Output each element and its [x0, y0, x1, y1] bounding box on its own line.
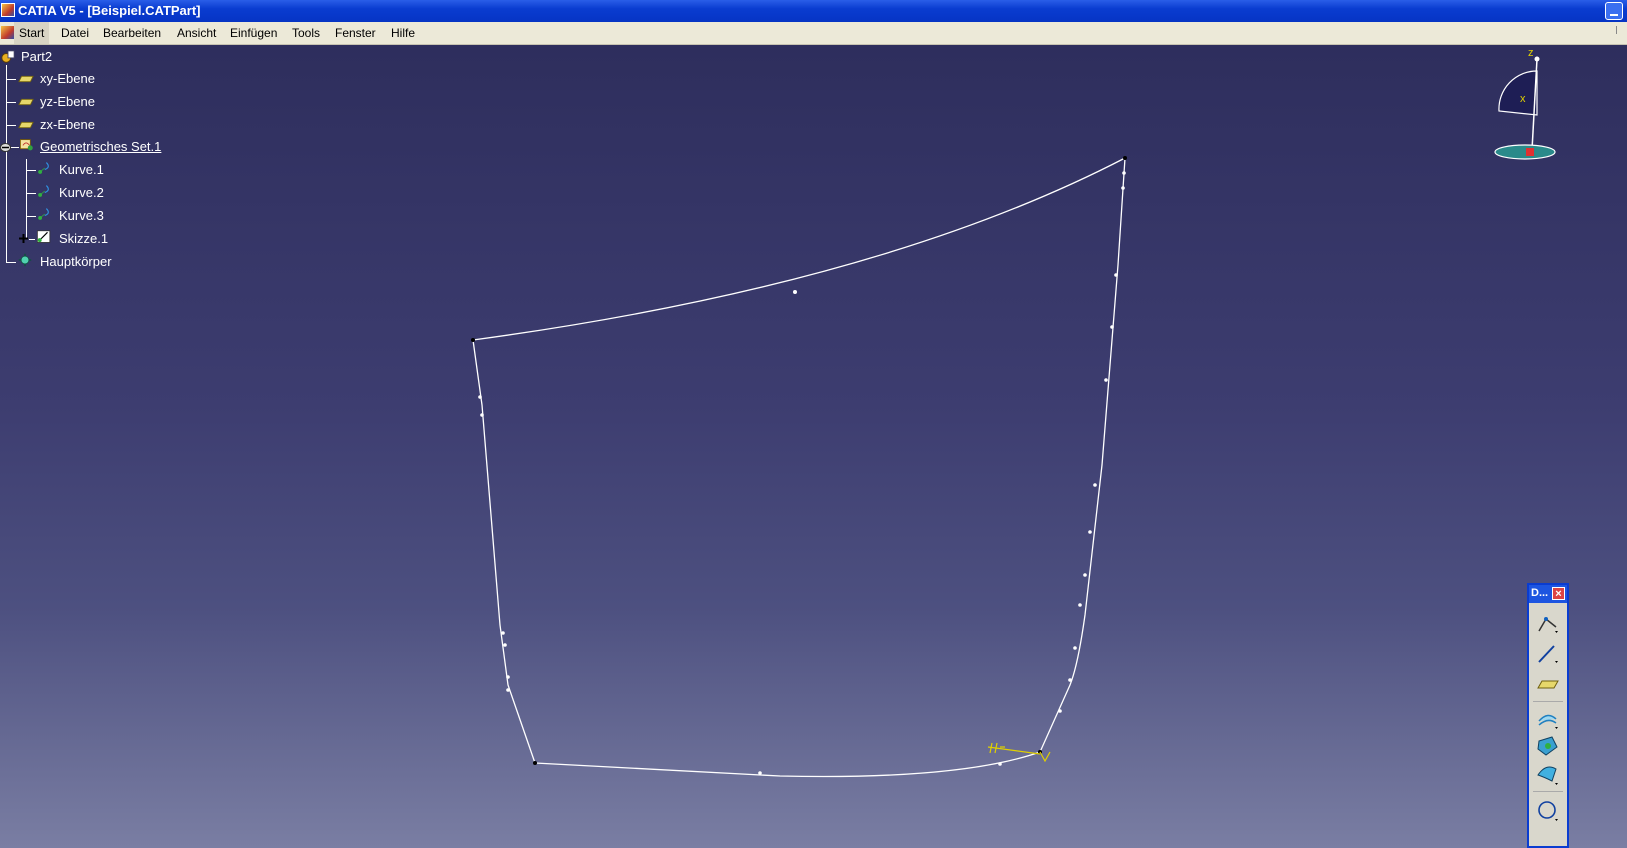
menu-datei[interactable]: Datei — [56, 22, 94, 44]
curve-icon — [38, 162, 49, 174]
plane-icon[interactable] — [1534, 671, 1562, 697]
tree-connector — [6, 262, 16, 263]
tree-connector — [6, 79, 16, 80]
extrude-surface-icon[interactable] — [1534, 705, 1562, 731]
circle-icon[interactable] — [1534, 797, 1562, 823]
curve-right — [1039, 157, 1126, 753]
tree-label-main-body: Hauptkörper — [40, 254, 112, 269]
toolbar-title: D... — [1531, 587, 1549, 599]
tree-connector — [29, 239, 35, 240]
tree-connector — [26, 170, 36, 171]
line-icon[interactable] — [1534, 641, 1562, 667]
menu-fenster[interactable]: Fenster — [330, 22, 381, 44]
menu-bearbeiten[interactable]: Bearbeiten — [98, 22, 166, 44]
tree-node-root[interactable]: Part2 — [0, 47, 80, 67]
menu-bar: Start Datei Bearbeiten Ansicht Einfügen … — [0, 22, 1627, 45]
curve-icon — [38, 185, 49, 197]
curve-left — [472, 339, 536, 764]
plane-icon — [18, 75, 34, 83]
fill-surface-icon[interactable] — [1534, 733, 1562, 759]
menu-tools[interactable]: Tools — [287, 22, 325, 44]
toolbar-separator — [1533, 791, 1563, 792]
point-icon[interactable] — [1534, 611, 1562, 637]
tree-label-curve-2: Kurve.2 — [59, 185, 104, 200]
menu-corner-handle — [1616, 26, 1625, 34]
specification-tree: Part2 xy-Ebene yz-Ebene zx-Ebene Geometr… — [0, 45, 300, 285]
window-title: CATIA V5 - [Beispiel.CATPart] — [18, 3, 201, 18]
title-bar: CATIA V5 - [Beispiel.CATPart] — [0, 0, 1627, 22]
document-menu-icon[interactable] — [1, 26, 14, 39]
tree-label-xy-plane: xy-Ebene — [40, 71, 95, 86]
tree-label-zx-plane: zx-Ebene — [40, 117, 95, 132]
floating-toolbar[interactable]: D... × — [1527, 583, 1569, 848]
catia-app-icon[interactable] — [1, 3, 15, 17]
menu-einfuegen[interactable]: Einfügen — [225, 22, 282, 44]
tree-label-part: Part2 — [21, 49, 53, 64]
expand-plus-icon[interactable] — [18, 233, 29, 244]
corner-vertices — [471, 156, 1127, 765]
tree-node-xy-plane[interactable]: xy-Ebene — [6, 69, 116, 89]
tree-node-main-body[interactable]: Hauptkörper — [6, 252, 136, 272]
tree-connector — [6, 102, 16, 103]
minimize-button[interactable] — [1605, 2, 1623, 20]
menu-hilfe[interactable]: Hilfe — [386, 22, 420, 44]
menu-ansicht[interactable]: Ansicht — [172, 22, 221, 44]
compass-x-label: x — [1520, 93, 1526, 105]
tree-node-curve-1[interactable]: Kurve.1 — [26, 160, 126, 180]
tree-node-curve-3[interactable]: Kurve.3 — [26, 206, 126, 226]
3d-viewport[interactable]: Part2 xy-Ebene yz-Ebene zx-Ebene Geometr… — [0, 45, 1627, 848]
menu-start[interactable]: Start — [14, 22, 50, 44]
tree-node-curve-2[interactable]: Kurve.2 — [26, 183, 126, 203]
sketch-icon — [37, 230, 51, 243]
tree-label-geometrical-set: Geometrisches Set.1 — [40, 139, 162, 154]
toolbar-separator — [1533, 701, 1563, 702]
plane-icon — [18, 98, 34, 106]
part-icon — [1, 50, 15, 63]
tree-label-yz-plane: yz-Ebene — [40, 94, 95, 109]
tree-label-sketch: Skizze.1 — [59, 231, 109, 246]
tree-connector — [6, 125, 16, 126]
compass[interactable]: z y x — [1480, 47, 1600, 167]
plane-icon — [18, 121, 34, 129]
curve-top — [472, 157, 1126, 341]
tree-connector — [26, 216, 36, 217]
tree-node-zx-plane[interactable]: zx-Ebene — [6, 115, 116, 135]
curve-bottom — [534, 751, 1041, 778]
tree-label-curve-3: Kurve.3 — [59, 208, 104, 223]
toolbar-header[interactable]: D... × — [1529, 585, 1567, 603]
toolbar-close-button[interactable]: × — [1552, 587, 1565, 600]
tree-node-geometrical-set[interactable]: Geometrisches Set.1 — [0, 137, 180, 157]
control-points — [478, 171, 1126, 775]
curve-icon — [38, 208, 49, 220]
body-icon — [18, 253, 32, 267]
compass-z-label: z — [1528, 47, 1534, 59]
geometrical-set-icon — [20, 139, 33, 151]
tree-node-yz-plane[interactable]: yz-Ebene — [6, 92, 116, 112]
sweep-surface-icon[interactable] — [1534, 761, 1562, 787]
tree-connector — [26, 193, 36, 194]
collapse-minus-icon[interactable] — [0, 143, 11, 152]
tree-label-curve-1: Kurve.1 — [59, 162, 104, 177]
tree-node-sketch[interactable]: Skizze.1 — [18, 229, 128, 249]
tree-connector — [11, 147, 19, 148]
